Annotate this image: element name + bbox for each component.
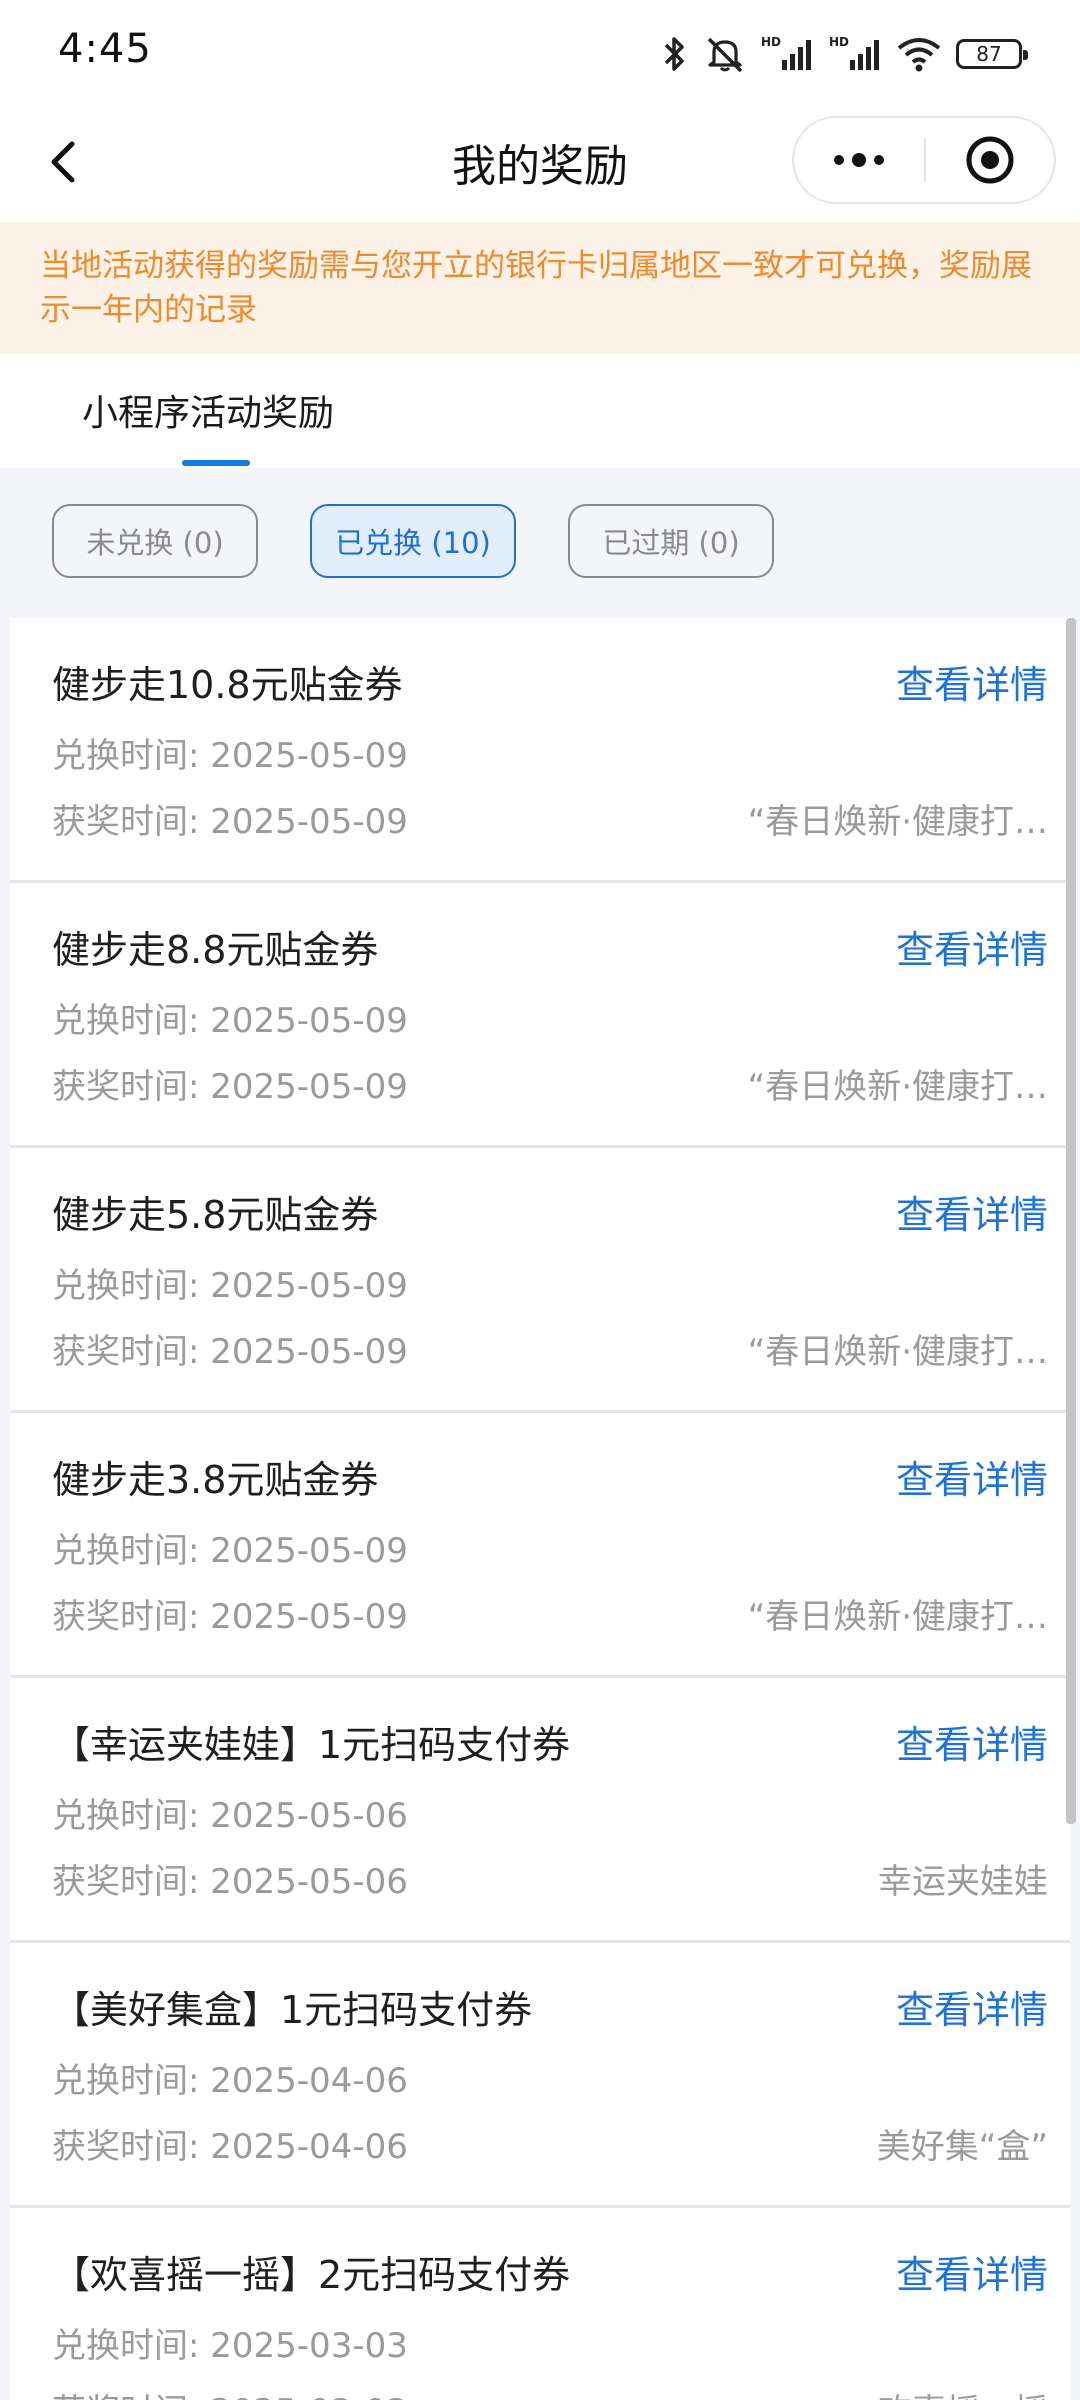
filter-bar: 未兑换 (0) 已兑换 (10) 已过期 (0) — [0, 468, 1080, 618]
filter-expired[interactable]: 已过期 (0) — [568, 504, 774, 578]
mute-icon — [704, 34, 746, 74]
activity-source: 幸运夹娃娃 — [878, 1862, 1048, 1902]
reward-title: 【欢喜摇一摇】2元扫码支付券 — [52, 2253, 571, 2297]
award-time: 获奖时间: 2025-05-06 — [52, 1862, 408, 1902]
award-time: 获奖时间: 2025-05-09 — [52, 1067, 408, 1107]
reward-card: 【美好集盒】1元扫码支付券 查看详情 兑换时间: 2025-04-06 获奖时间… — [10, 1943, 1070, 2208]
reward-list: 健步走10.8元贴金券 查看详情 兑换时间: 2025-05-09 获奖时间: … — [10, 618, 1070, 2400]
notice-banner: 当地活动获得的奖励需与您开立的银行卡归属地区一致才可兑换，奖励展示一年内的记录 — [0, 222, 1080, 354]
scrollbar[interactable] — [1066, 618, 1076, 1824]
tab-bar: 小程序活动奖励 — [0, 354, 1080, 468]
more-dots-icon — [834, 153, 884, 167]
award-time: 获奖时间: 2025-03-03 — [52, 2384, 408, 2400]
chevron-left-icon — [51, 141, 75, 183]
target-circle-icon — [966, 136, 1014, 184]
reward-title: 健步走10.8元贴金券 — [52, 663, 403, 707]
redeem-time: 兑换时间: 2025-05-09 — [52, 1266, 408, 1306]
view-details-link[interactable]: 查看详情 — [896, 1184, 1048, 1239]
hd-signal-icon: HD — [760, 34, 814, 74]
redeem-time: 兑换时间: 2025-05-09 — [52, 1001, 408, 1041]
nav-bar: 我的奖励 — [0, 106, 1080, 222]
svg-text:HD: HD — [761, 35, 781, 49]
filter-unredeemed[interactable]: 未兑换 (0) — [52, 504, 258, 578]
activity-source: “春日焕新·健康打… — [747, 1067, 1048, 1107]
redeem-time: 兑换时间: 2025-05-09 — [52, 736, 408, 776]
wifi-icon — [896, 34, 942, 74]
activity-source: “春日焕新·健康打… — [747, 802, 1048, 842]
award-time: 获奖时间: 2025-05-09 — [52, 1332, 408, 1372]
reward-title: 【幸运夹娃娃】1元扫码支付券 — [52, 1723, 571, 1767]
tab-active-indicator — [182, 460, 250, 466]
filter-redeemed[interactable]: 已兑换 (10) — [310, 504, 516, 578]
reward-title: 健步走5.8元贴金券 — [52, 1193, 379, 1237]
award-time: 获奖时间: 2025-05-09 — [52, 1597, 408, 1637]
battery-icon: 87 — [956, 39, 1028, 69]
view-details-link[interactable]: 查看详情 — [896, 2244, 1048, 2299]
redeem-time: 兑换时间: 2025-05-09 — [52, 1531, 408, 1571]
reward-title: 健步走3.8元贴金券 — [52, 1458, 379, 1502]
more-button[interactable] — [794, 118, 924, 202]
activity-source: 欢喜摇一摇 — [878, 2384, 1048, 2400]
reward-card: 【幸运夹娃娃】1元扫码支付券 查看详情 兑换时间: 2025-05-06 获奖时… — [10, 1678, 1070, 1943]
reward-card: 健步走8.8元贴金券 查看详情 兑换时间: 2025-05-09 获奖时间: 2… — [10, 883, 1070, 1148]
award-time: 获奖时间: 2025-04-06 — [52, 2127, 408, 2167]
mini-program-capsule — [792, 116, 1056, 204]
status-bar: 4:45 HD HD 87 — [0, 0, 1080, 106]
bluetooth-icon — [660, 34, 690, 74]
status-icons: HD HD 87 — [660, 32, 1028, 76]
redeem-time: 兑换时间: 2025-04-06 — [52, 2061, 408, 2101]
award-time: 获奖时间: 2025-05-09 — [52, 802, 408, 842]
hd-signal-icon: HD — [828, 34, 882, 74]
view-details-link[interactable]: 查看详情 — [896, 1714, 1048, 1769]
status-time: 4:45 — [58, 26, 152, 72]
reward-title: 【美好集盒】1元扫码支付券 — [52, 1988, 533, 2032]
view-details-link[interactable]: 查看详情 — [896, 1449, 1048, 1504]
tab-mini-program-rewards[interactable]: 小程序活动奖励 — [82, 384, 334, 436]
view-details-link[interactable]: 查看详情 — [896, 654, 1048, 709]
view-details-link[interactable]: 查看详情 — [896, 1979, 1048, 2034]
reward-card: 健步走10.8元贴金券 查看详情 兑换时间: 2025-05-09 获奖时间: … — [10, 618, 1070, 883]
view-details-link[interactable]: 查看详情 — [896, 919, 1048, 974]
activity-source: “春日焕新·健康打… — [747, 1597, 1048, 1637]
redeem-time: 兑换时间: 2025-03-03 — [52, 2326, 408, 2366]
reward-card: 健步走5.8元贴金券 查看详情 兑换时间: 2025-05-09 获奖时间: 2… — [10, 1148, 1070, 1413]
back-button[interactable] — [34, 130, 98, 194]
reward-card: 健步走3.8元贴金券 查看详情 兑换时间: 2025-05-09 获奖时间: 2… — [10, 1413, 1070, 1678]
redeem-time: 兑换时间: 2025-05-06 — [52, 1796, 408, 1836]
reward-card: 【欢喜摇一摇】2元扫码支付券 查看详情 兑换时间: 2025-03-03 获奖时… — [10, 2208, 1070, 2400]
activity-source: 美好集“盒” — [876, 2127, 1048, 2167]
reward-title: 健步走8.8元贴金券 — [52, 928, 379, 972]
close-button[interactable] — [926, 118, 1054, 202]
svg-text:HD: HD — [829, 35, 849, 49]
activity-source: “春日焕新·健康打… — [747, 1332, 1048, 1372]
